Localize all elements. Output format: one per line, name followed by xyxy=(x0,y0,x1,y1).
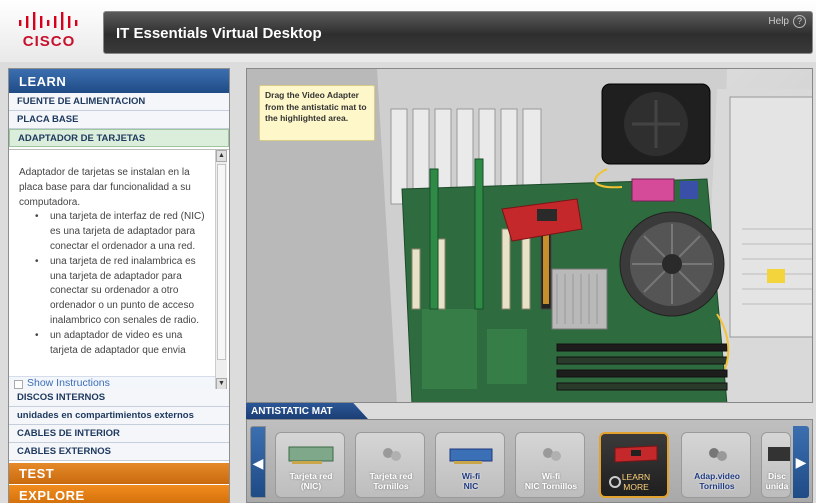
content-text: Adaptador de tarjetas se instalan en la … xyxy=(19,166,211,370)
mat-item-wifi-screws[interactable]: Wi-fi NIC Tornillos xyxy=(515,432,585,498)
screws-icon xyxy=(383,448,401,461)
mat-item-drive[interactable]: Disc unida xyxy=(761,432,791,498)
highlighted-slot xyxy=(543,234,549,304)
mat-item-wifi-nic[interactable]: Wi-fi NIC xyxy=(435,432,505,498)
mat-item-nic[interactable]: Tarjeta red (NIC) xyxy=(275,432,345,498)
screws-icon xyxy=(709,448,727,461)
help-button[interactable]: Help ? xyxy=(768,15,806,28)
help-icon: ? xyxy=(793,15,806,28)
menu-item-fuente[interactable]: FUENTE DE ALIMENTACION xyxy=(9,93,229,111)
video-card-icon xyxy=(614,445,658,463)
mat-item-label: Tarjeta red (NIC) xyxy=(289,471,333,491)
wifi-card-icon xyxy=(449,448,493,464)
app-title: IT Essentials Virtual Desktop xyxy=(116,25,322,42)
menu-item-cables-interior[interactable]: CABLES DE INTERIOR xyxy=(9,425,229,443)
mat-item-label: Disc unida xyxy=(765,471,789,491)
menu-item-cables-externos[interactable]: CABLES EXTERNOS xyxy=(9,443,229,461)
show-instructions-label: Show Instructions xyxy=(27,377,110,389)
mat-item-label: Wi-fi NIC Tornillos xyxy=(524,471,578,491)
learn-panel: LEARN FUENTE DE ALIMENTACION PLACA BASE … xyxy=(8,68,230,503)
mat-scroll-right-icon[interactable]: ▶ xyxy=(793,426,809,498)
content-scrollbar[interactable]: ▲ ▼ xyxy=(215,150,227,390)
scroll-thumb[interactable] xyxy=(217,164,226,360)
checkbox-icon[interactable] xyxy=(14,380,23,389)
logo-text: CISCO xyxy=(22,33,76,50)
help-label: Help xyxy=(768,16,789,27)
mat-item-label: Wi-fi NIC xyxy=(461,471,481,491)
screws-icon xyxy=(543,448,561,461)
cisco-bars-icon xyxy=(19,12,78,30)
antistatic-mat: ◀ Tarjeta red (NIC) Tarjeta red Tornillos … xyxy=(246,419,813,503)
bullet-item: una tarjeta de interfaz de red (NIC) es … xyxy=(27,210,211,254)
menu-item-adaptador[interactable]: ADAPTADOR DE TARJETAS xyxy=(9,129,229,147)
explore-section-header[interactable]: EXPLORE xyxy=(9,485,229,503)
mat-scroll-left-icon[interactable]: ◀ xyxy=(250,426,266,498)
nic-card-icon xyxy=(288,446,334,464)
instruction-tooltip: Drag the Video Adapter from the antistat… xyxy=(259,85,375,141)
content-box: Adaptador de tarjetas se instalan en la … xyxy=(9,149,229,390)
content-intro: Adaptador de tarjetas se instalan en la … xyxy=(19,167,191,208)
virtual-desktop-scene[interactable]: Drag the Video Adapter from the antistat… xyxy=(246,68,813,403)
bullet-item: una tarjeta de red inalambrica es una ta… xyxy=(27,255,211,329)
mat-item-label: Adap.video Tornillos xyxy=(694,471,740,491)
mat-item-nic-screws[interactable]: Tarjeta red Tornillos xyxy=(355,432,425,498)
menu-item-unidades[interactable]: unidades en compartimientos externos xyxy=(9,407,229,425)
learn-section-header[interactable]: LEARN xyxy=(9,69,229,93)
menu-item-discos[interactable]: DISCOS INTERNOS xyxy=(9,389,229,407)
mat-item-video-screws[interactable]: Adap.video Tornillos xyxy=(681,432,751,498)
learn-more-label: LEARN MORE xyxy=(621,472,651,492)
power-supply xyxy=(729,96,812,338)
scroll-up-icon[interactable]: ▲ xyxy=(216,150,227,162)
header: CISCO IT Essentials Virtual Desktop Help… xyxy=(0,0,816,62)
title-bar: IT Essentials Virtual Desktop Help ? xyxy=(103,11,813,54)
test-section-header[interactable]: TEST xyxy=(9,463,229,484)
show-instructions-toggle[interactable]: Show Instructions xyxy=(9,376,215,390)
bullet-item: un adaptador de video es una tarjeta de … xyxy=(27,329,211,359)
cisco-logo: CISCO xyxy=(14,10,84,52)
content-bullets: una tarjeta de interfaz de red (NIC) es … xyxy=(27,210,211,358)
drive-icon xyxy=(768,447,790,461)
menu-item-placa-base[interactable]: PLACA BASE xyxy=(9,111,229,129)
mat-item-video-adapter[interactable]: LEARN MORE xyxy=(599,432,669,498)
antistatic-mat-tab: ANTISTATIC MAT xyxy=(246,403,368,419)
mat-item-label: Tarjeta red Tornillos xyxy=(369,471,413,491)
